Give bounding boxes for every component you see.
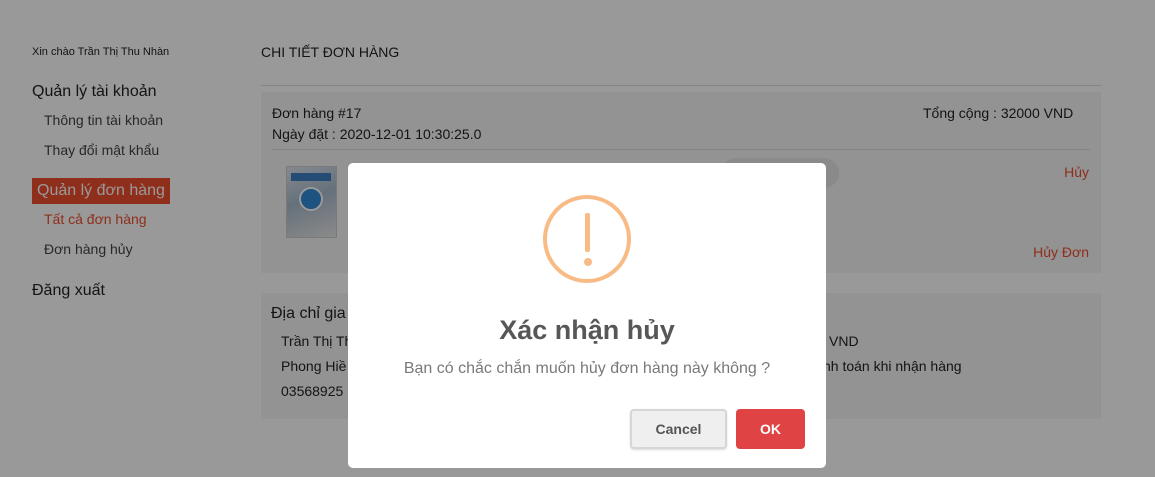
cancel-button[interactable]: Cancel	[630, 409, 727, 449]
warning-icon	[543, 195, 631, 283]
warning-icon-dot	[583, 258, 592, 266]
dialog-message: Bạn có chắc chắn muốn hủy đơn hàng này k…	[403, 360, 771, 377]
confirm-cancel-dialog: Xác nhận hủy Bạn có chắc chắn muốn hủy đ…	[348, 163, 826, 468]
dialog-title: Xác nhận hủy	[499, 315, 675, 345]
warning-icon-bar	[585, 213, 590, 252]
ok-button[interactable]: OK	[736, 409, 805, 449]
